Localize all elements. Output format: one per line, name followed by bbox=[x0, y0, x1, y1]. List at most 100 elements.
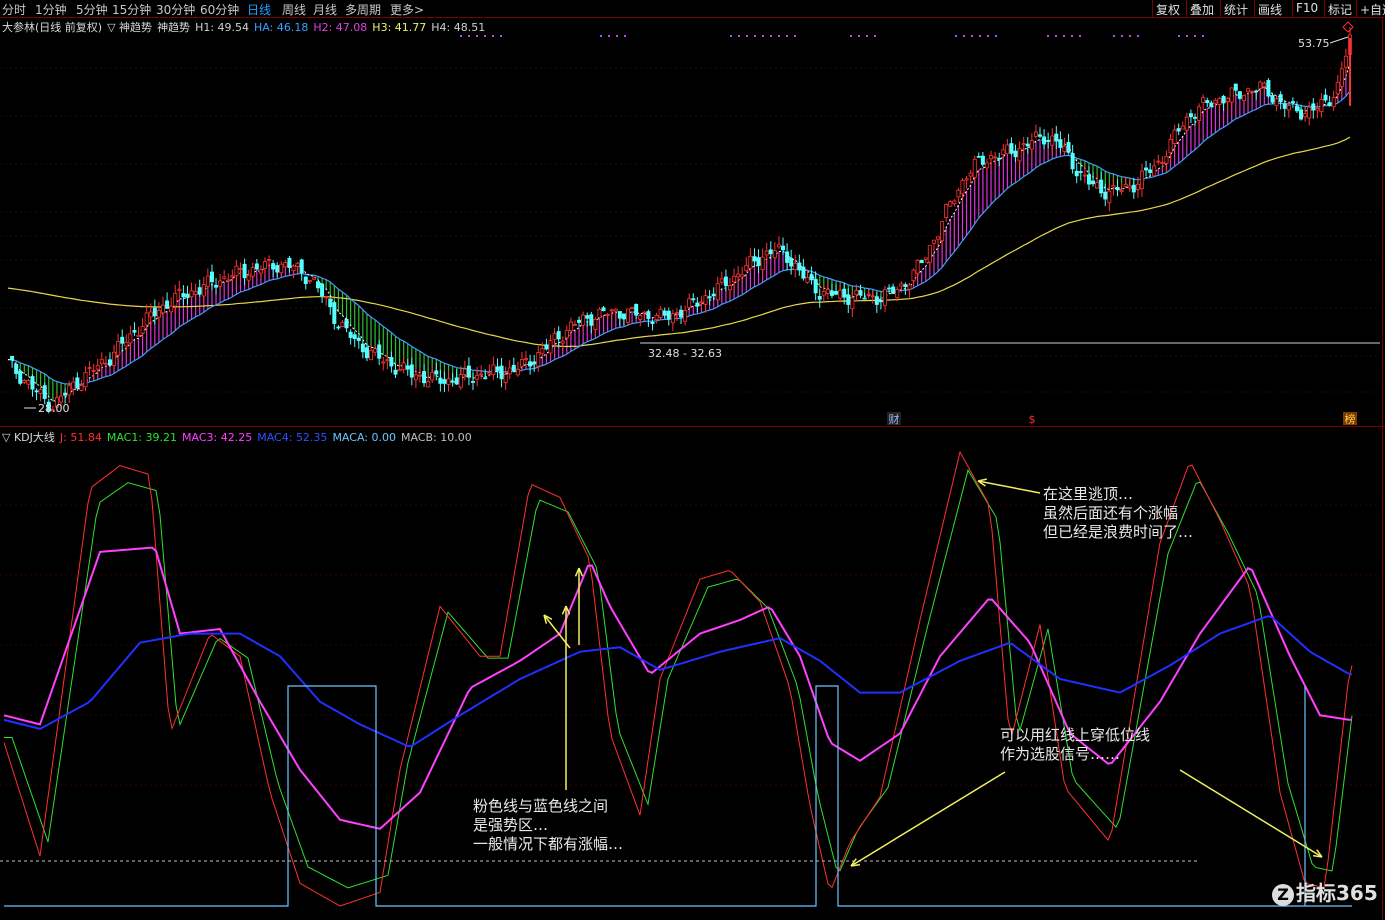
candle-body bbox=[809, 274, 814, 281]
candle-body bbox=[499, 365, 504, 380]
candle-body bbox=[572, 324, 577, 326]
candle-body bbox=[34, 390, 39, 393]
candle-body bbox=[984, 162, 989, 169]
candle-body bbox=[919, 260, 924, 264]
candle-body bbox=[189, 290, 194, 298]
candle-body bbox=[785, 251, 790, 263]
candle-body bbox=[169, 305, 174, 313]
signal-dot bbox=[963, 35, 965, 37]
candle-body bbox=[26, 380, 31, 385]
candle-body bbox=[328, 298, 333, 308]
candle-body bbox=[1009, 143, 1014, 154]
candle-body bbox=[752, 256, 757, 262]
candle-body bbox=[536, 352, 541, 367]
candle-body bbox=[279, 263, 284, 274]
candle-body bbox=[1197, 106, 1202, 121]
candle-body bbox=[874, 296, 879, 305]
signal-dot bbox=[874, 35, 876, 37]
candle-body bbox=[1066, 141, 1071, 153]
candle-body bbox=[540, 348, 545, 355]
candle-body bbox=[1176, 128, 1181, 132]
candle-body bbox=[691, 298, 696, 301]
candle-body bbox=[781, 245, 786, 251]
price-label-high: 53.75 bbox=[1298, 37, 1330, 50]
candle-body bbox=[1001, 149, 1006, 156]
candle-body bbox=[1290, 101, 1295, 103]
signal-dot bbox=[987, 35, 989, 37]
candle-body bbox=[209, 271, 214, 283]
candle-body bbox=[344, 319, 349, 329]
candle-body bbox=[177, 288, 182, 291]
candle-body bbox=[1307, 106, 1312, 119]
candle-body bbox=[1323, 94, 1328, 101]
candle-body bbox=[1217, 98, 1222, 105]
buy-signal-arrow-left-head bbox=[850, 858, 861, 867]
candle-body bbox=[1144, 167, 1149, 171]
candle-body bbox=[1331, 97, 1336, 107]
candle-body bbox=[980, 155, 985, 165]
candle-body bbox=[903, 284, 908, 287]
signal-dot bbox=[778, 35, 780, 37]
candle-body bbox=[10, 355, 15, 361]
candle-body bbox=[634, 303, 639, 316]
candle-body bbox=[1148, 169, 1153, 173]
candle-body bbox=[63, 392, 68, 396]
candle-body bbox=[679, 309, 684, 318]
signal-dot bbox=[738, 35, 740, 37]
candle-body bbox=[862, 297, 867, 300]
candle-body bbox=[385, 359, 390, 362]
annotation-escape-top: 在这里逃顶… 虽然后面还有个涨幅 但已经是浪费时间了… bbox=[1043, 485, 1193, 542]
candle-body bbox=[446, 378, 451, 385]
candle-body bbox=[711, 293, 716, 297]
candle-body bbox=[911, 269, 916, 282]
candle-body bbox=[817, 296, 822, 300]
candle-body bbox=[1107, 190, 1112, 204]
signal-dot bbox=[1178, 35, 1180, 37]
candle-body bbox=[136, 334, 141, 337]
candle-body bbox=[405, 365, 410, 370]
candle-body bbox=[1139, 170, 1144, 190]
candle-body bbox=[161, 304, 166, 314]
signal-dot bbox=[1055, 35, 1057, 37]
candle-body bbox=[585, 315, 590, 319]
annotation-line: 可以用红线上穿低位线 bbox=[1000, 726, 1151, 744]
signal-dot bbox=[1202, 35, 1204, 37]
signal-dot bbox=[616, 35, 618, 37]
candle-body bbox=[381, 361, 386, 364]
candle-body bbox=[1127, 185, 1132, 189]
candle-body bbox=[825, 289, 830, 294]
candle-body bbox=[1266, 80, 1271, 97]
candle-body bbox=[850, 297, 855, 310]
candle-body bbox=[744, 264, 749, 271]
candle-body bbox=[1180, 125, 1185, 130]
escape-top-arrow bbox=[977, 480, 1041, 494]
candle-body bbox=[858, 290, 863, 296]
candle-body bbox=[364, 347, 369, 359]
candle-body bbox=[144, 312, 149, 326]
candle-body bbox=[507, 367, 512, 375]
candle-body bbox=[262, 261, 267, 269]
candle-body bbox=[148, 311, 153, 318]
candle-body bbox=[1123, 183, 1128, 187]
candle-body bbox=[907, 284, 912, 290]
candle-body bbox=[1033, 131, 1038, 137]
signal-dot bbox=[858, 35, 860, 37]
candle-body bbox=[842, 288, 847, 298]
candle-body bbox=[736, 273, 741, 278]
candle-body bbox=[976, 155, 981, 158]
candle-body bbox=[670, 313, 675, 324]
signal-dot bbox=[979, 35, 981, 37]
signal-dot bbox=[484, 35, 486, 37]
candle-body bbox=[723, 276, 728, 287]
candle-body bbox=[715, 283, 720, 301]
candle-body bbox=[1254, 90, 1259, 93]
candle-body bbox=[703, 295, 708, 305]
candle-body bbox=[1278, 94, 1283, 103]
candle-body bbox=[336, 326, 341, 329]
candle-body bbox=[621, 313, 626, 320]
price-label-pointer bbox=[1329, 36, 1349, 44]
candle-body bbox=[1062, 145, 1067, 152]
candle-body bbox=[205, 275, 210, 287]
candle-body bbox=[511, 364, 516, 371]
candle-body bbox=[1286, 105, 1291, 111]
